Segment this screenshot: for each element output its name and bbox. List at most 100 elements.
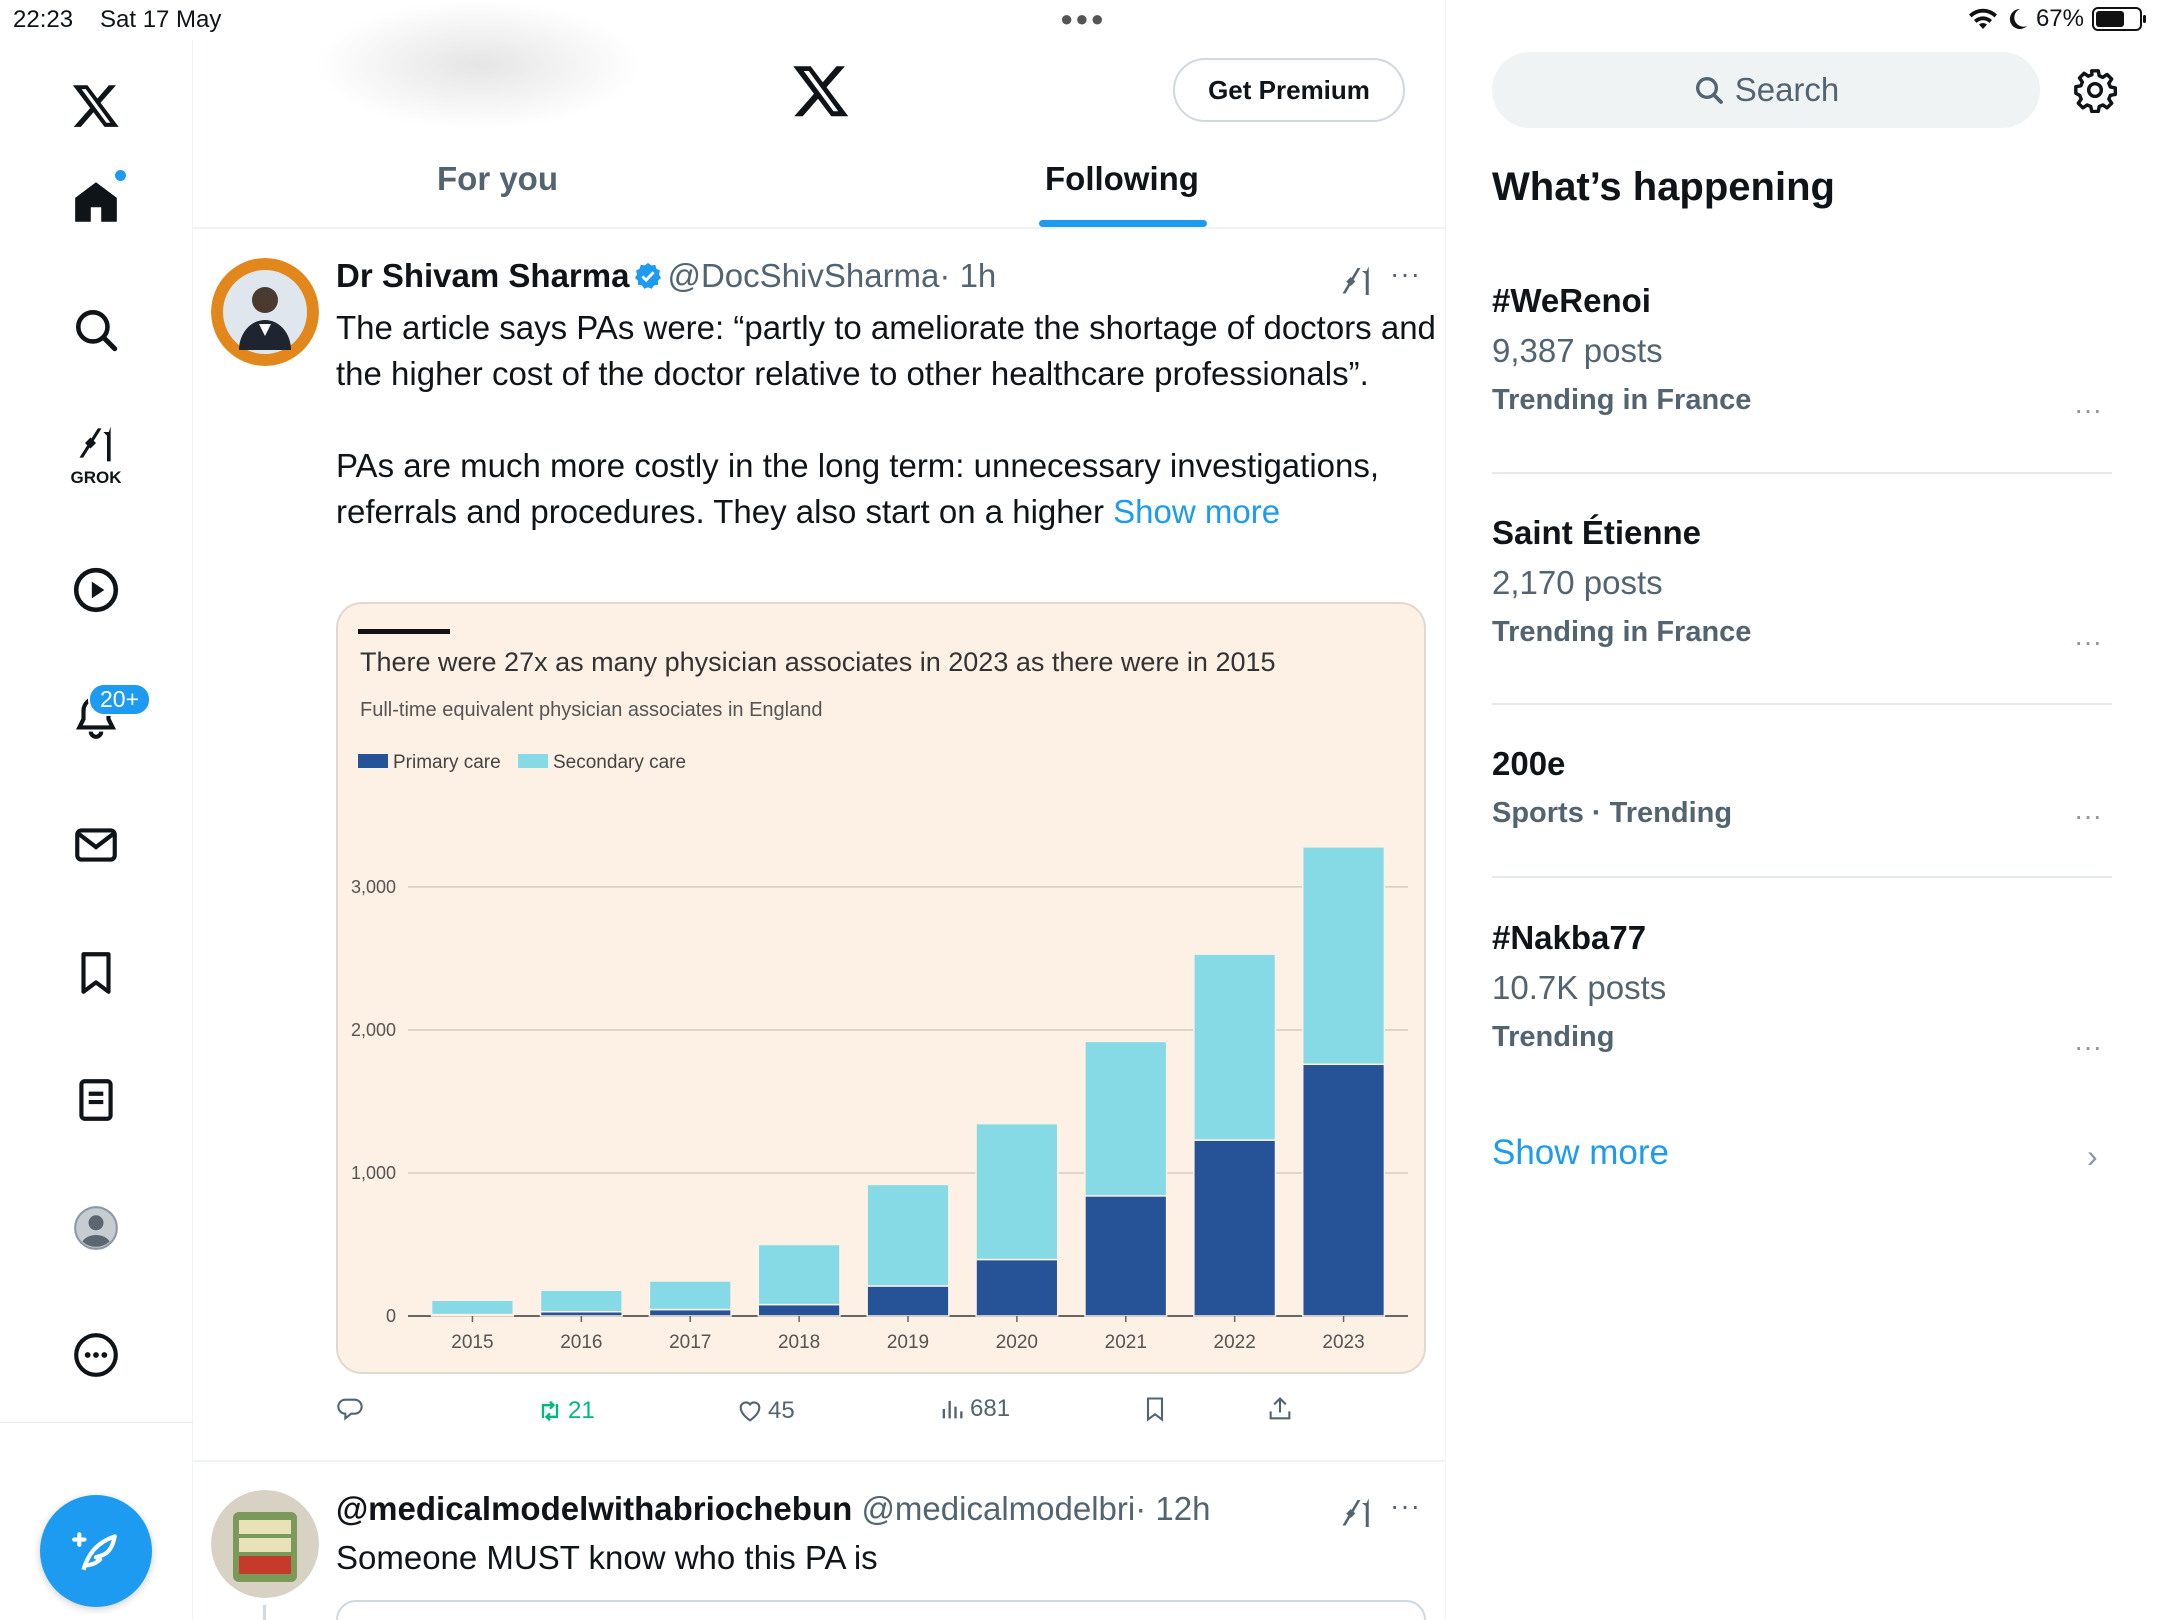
tab-for-you[interactable]: For you [437,160,558,198]
trend-divider [1492,703,2112,705]
trend-topic: #Nakba77 [1492,919,1647,956]
tweet-divider [193,1460,1445,1462]
like-count: 45 [768,1397,795,1424]
grok-explain-icon[interactable] [1338,1494,1374,1530]
x-tick-label: 2023 [1322,1332,1364,1353]
tweet-paragraph: The article says PAs were: “partly to am… [336,309,1436,392]
get-premium-button[interactable]: Get Premium [1173,58,1405,122]
view-count: 681 [970,1395,1011,1422]
bookmark-icon[interactable] [56,933,136,1013]
reply-button[interactable] [336,1395,368,1423]
bookmark-icon [1146,1397,1164,1422]
tab-following[interactable]: Following [1045,160,1199,198]
trend-item[interactable]: Saint Étienne 2,170 posts Trending in Fr… [1492,514,2112,657]
tweet-text: Someone MUST know who this PA is [336,1539,878,1576]
bookmark-button[interactable] [1141,1395,1169,1423]
show-more-link[interactable]: Show more [1113,493,1280,530]
chevron-right-icon[interactable]: › [2087,1138,2098,1175]
bar-segment [1193,1139,1277,1317]
active-tab-indicator [1039,220,1207,227]
y-tick-label: 1,000 [351,1163,396,1183]
legend-label: Primary care [393,752,501,773]
tweet-more-icon[interactable]: ··· [1390,1490,1421,1522]
trend-topic: Saint Étienne [1492,514,1702,551]
y-tick-label: 0 [386,1306,396,1326]
trend-topic: #WeRenoi [1492,282,1651,319]
heart-icon [739,1401,761,1422]
verified-badge-icon [635,262,662,289]
tweet-more-icon[interactable]: ··· [1390,258,1421,290]
chart-x-axis: 2015 2016 2017 2018 2019 2020 2021 2022 2023 [451,1316,1365,1353]
nav-divider [0,1422,193,1423]
legend-swatch [358,754,388,768]
bar-segment [866,1183,950,1287]
author-name[interactable]: Dr Shivam Sharma [336,257,629,294]
home-unread-dot [115,170,126,181]
video-play-icon[interactable] [56,550,136,630]
trend-item[interactable]: #Nakba77 10.7K posts Trending ··· [1492,919,2112,1062]
x-tick-label: 2022 [1214,1332,1256,1353]
trends-show-more-link[interactable]: Show more [1492,1133,1669,1173]
tweet-paragraph: PAs are much more costly in the long ter… [336,443,1436,535]
tweet-media[interactable] [336,1600,1426,1620]
grok-icon[interactable]: GROK [56,410,136,490]
share-button[interactable] [1266,1395,1294,1423]
y-tick-label: 2,000 [351,1020,396,1040]
bar-segment [648,1280,732,1311]
blurred-header-area [313,0,643,130]
bar-segment [1193,953,1277,1141]
thread-connector [263,1605,266,1620]
trend-item[interactable]: #WeRenoi 9,387 posts Trending in France … [1492,282,2112,425]
more-options-icon[interactable] [56,1315,136,1395]
retweet-button[interactable]: 21 [536,1397,595,1425]
legend-swatch [518,754,548,768]
trend-more-icon[interactable]: ··· [2074,1031,2102,1063]
grok-explain-icon[interactable] [1338,262,1374,298]
trend-context: Trending in France [1492,384,1752,416]
notifications-badge: 20+ [88,683,152,716]
tweet-actions: 21 45 681 [336,1395,1426,1441]
x-tick-label: 2020 [996,1332,1038,1353]
bar-segment [539,1289,623,1313]
trend-context: Trending in France [1492,616,1752,648]
whats-happening-title: What’s happening [1492,165,1835,209]
main-timeline: Get Premium For you Following Dr Shivam … [193,0,1446,1620]
trend-more-icon[interactable]: ··· [2074,394,2102,426]
trend-more-icon[interactable]: ··· [2074,626,2102,658]
messages-envelope-icon[interactable] [56,805,136,885]
trend-divider [1492,472,2112,474]
bar-segment [757,1303,841,1317]
avatar[interactable] [211,258,319,366]
chart-title-accent [358,629,450,634]
author-handle[interactable]: @DocShivSharma [667,257,939,294]
trend-post-count: 9,387 posts [1492,332,1663,369]
share-icon [1269,1397,1291,1420]
chart-bars [430,846,1386,1317]
home-icon[interactable] [56,162,136,242]
notifications-bell-icon[interactable]: 20+ [56,677,152,757]
search-input[interactable]: Search [1492,52,2040,128]
gear-icon[interactable] [2072,67,2118,113]
trend-more-icon[interactable]: ··· [2074,800,2102,832]
trend-context: Sports · Trending [1492,797,1733,829]
like-button[interactable]: 45 [736,1397,795,1425]
bar-segment [975,1258,1059,1317]
tweet-time: · 12h [1135,1490,1211,1527]
bar-segment [1301,846,1386,1066]
author-handle[interactable]: @medicalmodelbri [861,1490,1135,1527]
bar-segment [866,1285,950,1317]
search-icon [1695,77,1723,104]
tweet-header: @medicalmodelwithabriochebun @medicalmod… [336,1490,1210,1528]
x-logo-icon[interactable] [56,65,136,145]
bar-segment [757,1243,841,1306]
views-button[interactable]: 681 [938,1395,1010,1423]
tweet-media-chart[interactable]: There were 27x as many physician associa… [336,602,1426,1374]
trend-item[interactable]: 200e Sports · Trending ··· [1492,745,2112,832]
lists-icon[interactable] [56,1060,136,1140]
avatar[interactable] [211,1490,319,1598]
profile-avatar-icon[interactable] [56,1188,136,1268]
explore-search-icon[interactable] [56,290,136,370]
author-name[interactable]: @medicalmodelwithabriochebun [336,1490,852,1527]
compose-post-button[interactable] [40,1495,152,1607]
trend-post-count: 10.7K posts [1492,969,1667,1006]
